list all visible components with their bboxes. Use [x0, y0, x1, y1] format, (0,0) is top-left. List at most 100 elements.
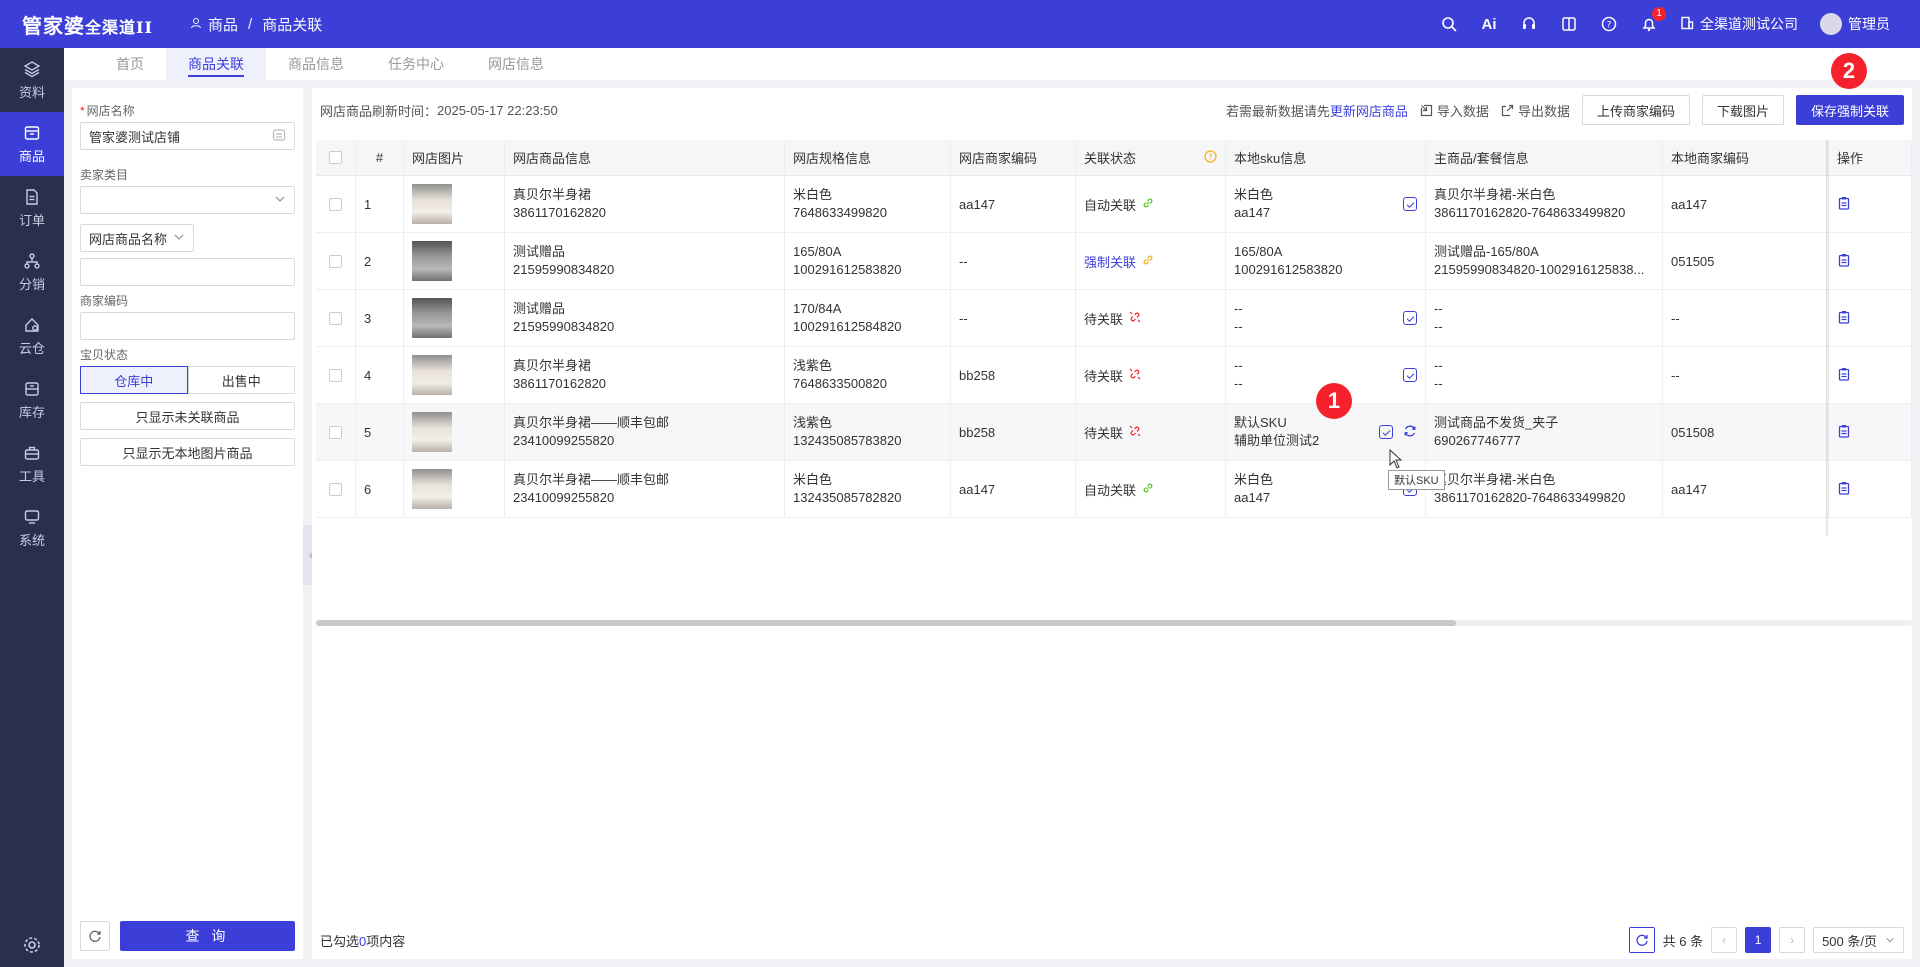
table-header: # 网店图片 网店商品信息 网店规格信息 网店商家编码 关联状态 ? 本地sku… — [316, 140, 1912, 176]
product-id: 3861170162820 — [513, 205, 607, 220]
table-row[interactable]: 1 真贝尔半身裙 3861170162820 米白色 7648633499820 a… — [316, 176, 1912, 233]
avatar — [1820, 13, 1842, 35]
headset-icon[interactable] — [1520, 15, 1538, 33]
clipboard-icon[interactable] — [1837, 424, 1851, 441]
row-index: 1 — [356, 176, 404, 232]
monitor-icon — [24, 509, 40, 524]
tab-product-info[interactable]: 商品信息 — [266, 48, 366, 80]
help-circle-icon[interactable]: ? — [1204, 149, 1217, 166]
download-images-button[interactable]: 下载图片 — [1701, 95, 1784, 125]
row-checkbox[interactable] — [329, 311, 342, 325]
tab-shop-info[interactable]: 网店信息 — [466, 48, 566, 80]
merchant-code-input[interactable] — [80, 312, 295, 340]
app-logo[interactable]: 管家婆全渠道II — [0, 10, 180, 39]
query-button[interactable]: 查 询 — [120, 921, 295, 951]
table-row[interactable]: 3 测试赠品 21595990834820 170/84A 100291612584… — [316, 290, 1912, 347]
row-checkbox[interactable] — [329, 482, 342, 496]
tab-home[interactable]: 首页 — [94, 48, 166, 80]
company-switcher[interactable]: 全渠道测试公司 — [1680, 14, 1798, 34]
select-all-checkbox[interactable] — [329, 151, 342, 164]
nav-item-system[interactable]: 系统 — [0, 496, 64, 560]
refresh-time-value: 2025-05-17 22:23:50 — [437, 102, 558, 118]
nav-item-cloud-warehouse[interactable]: 云仓 — [0, 304, 64, 368]
main-product-code: 3861170162820-7648633499820 — [1434, 490, 1626, 505]
link-status: 待关联 — [1084, 366, 1141, 385]
nav-item-product[interactable]: 商品 — [0, 112, 64, 176]
export-data-button[interactable]: 导出数据 — [1501, 101, 1570, 120]
help-icon[interactable]: ? — [1600, 15, 1618, 33]
show-no-image-button[interactable]: 只显示无本地图片商品 — [80, 438, 295, 466]
spec-id: 7648633500820 — [793, 376, 887, 391]
bell-icon[interactable]: 1 — [1640, 7, 1666, 33]
row-checkbox[interactable] — [329, 254, 342, 268]
select-sku-icon[interactable] — [1403, 197, 1417, 211]
book-icon[interactable] — [1560, 15, 1578, 33]
shop-product-name-select[interactable]: 网店商品名称 — [80, 224, 195, 252]
page-size-select[interactable]: 500 条/页 — [1813, 927, 1904, 953]
clipboard-icon[interactable] — [1837, 481, 1851, 498]
settings-button[interactable] — [0, 935, 64, 955]
page-number[interactable]: 1 — [1745, 927, 1772, 953]
upload-merchant-code-button[interactable]: 上传商家编码 — [1581, 95, 1690, 125]
shop-merchant-code: aa147 — [951, 461, 1076, 517]
table-row[interactable]: 5 真贝尔半身裙——顺丰包邮 23410099255820 浅紫色 13243508… — [316, 404, 1912, 461]
spec-name: 浅紫色 — [793, 415, 833, 430]
nav-item-data[interactable]: 资料 — [0, 48, 64, 112]
select-sku-icon[interactable] — [1403, 368, 1417, 382]
status-on-sale-option[interactable]: 出售中 — [187, 366, 295, 394]
nav-item-order[interactable]: 订单 — [0, 176, 64, 240]
nav-item-inventory[interactable]: 库存 — [0, 368, 64, 432]
local-merchant-code: aa147 — [1663, 176, 1829, 232]
breadcrumb-root[interactable]: 商品 — [208, 14, 238, 35]
search-icon[interactable] — [1440, 15, 1458, 33]
tab-task-center[interactable]: 任务中心 — [366, 48, 466, 80]
product-thumbnail[interactable] — [412, 298, 452, 338]
clipboard-icon[interactable] — [1837, 196, 1851, 213]
show-unlinked-button[interactable]: 只显示未关联商品 — [80, 402, 295, 430]
status-in-stock-option[interactable]: 仓库中 — [80, 366, 188, 394]
product-thumbnail[interactable] — [412, 412, 452, 452]
product-thumbnail[interactable] — [412, 241, 452, 281]
network-icon — [24, 252, 40, 269]
product-thumbnail[interactable] — [412, 184, 452, 224]
shop-merchant-code: bb258 — [951, 404, 1076, 460]
clipboard-icon[interactable] — [1837, 253, 1851, 270]
gear-icon — [24, 937, 40, 953]
update-shop-products-link[interactable]: 更新网店商品 — [1330, 104, 1408, 119]
table-row[interactable]: 4 真贝尔半身裙 3861170162820 浅紫色 7648633500820 b… — [316, 347, 1912, 404]
select-sku-icon[interactable] — [1379, 425, 1393, 439]
spec-name: 浅紫色 — [793, 358, 833, 373]
shop-name-field[interactable]: 管家婆测试店铺 — [80, 122, 295, 150]
main-product-code: 690267746777 — [1434, 433, 1521, 448]
nav-item-tools[interactable]: 工具 — [0, 432, 64, 496]
nav-item-distribution[interactable]: 分销 — [0, 240, 64, 304]
product-thumbnail[interactable] — [412, 355, 452, 395]
scrollbar-thumb[interactable] — [316, 620, 1456, 626]
product-thumbnail[interactable] — [412, 469, 452, 509]
table-row[interactable]: 2 测试赠品 21595990834820 165/80A 100291612583… — [316, 233, 1912, 290]
shop-product-name-input[interactable] — [80, 258, 295, 286]
select-sku-icon[interactable] — [1403, 311, 1417, 325]
seller-category-label: 卖家类目 — [80, 168, 129, 182]
ai-icon[interactable]: Ai — [1480, 15, 1498, 33]
prev-page-button[interactable]: ‹ — [1711, 927, 1738, 953]
local-merchant-code: 051505 — [1663, 233, 1829, 289]
reload-button[interactable] — [1628, 927, 1655, 953]
spec-name: 170/84A — [793, 301, 842, 316]
seller-category-select[interactable] — [80, 186, 295, 214]
user-menu[interactable]: 管理员 — [1820, 13, 1890, 35]
next-page-button[interactable]: › — [1779, 927, 1806, 953]
clipboard-icon[interactable] — [1837, 367, 1851, 384]
clipboard-icon[interactable] — [1837, 310, 1851, 327]
horizontal-scrollbar[interactable] — [316, 620, 1912, 626]
table-row[interactable]: 6 真贝尔半身裙——顺丰包邮 23410099255820 米白色 13243508… — [316, 461, 1912, 518]
save-force-link-button[interactable]: 保存强制关联 — [1795, 95, 1904, 125]
box-icon — [24, 125, 40, 140]
row-checkbox[interactable] — [329, 368, 342, 382]
tab-product-link[interactable]: 商品关联 — [166, 48, 266, 80]
import-data-button[interactable]: 导入数据 — [1420, 101, 1489, 120]
row-checkbox[interactable] — [329, 425, 342, 439]
reset-button[interactable] — [80, 921, 110, 951]
row-checkbox[interactable] — [329, 197, 342, 211]
swap-icon[interactable] — [1403, 424, 1417, 441]
